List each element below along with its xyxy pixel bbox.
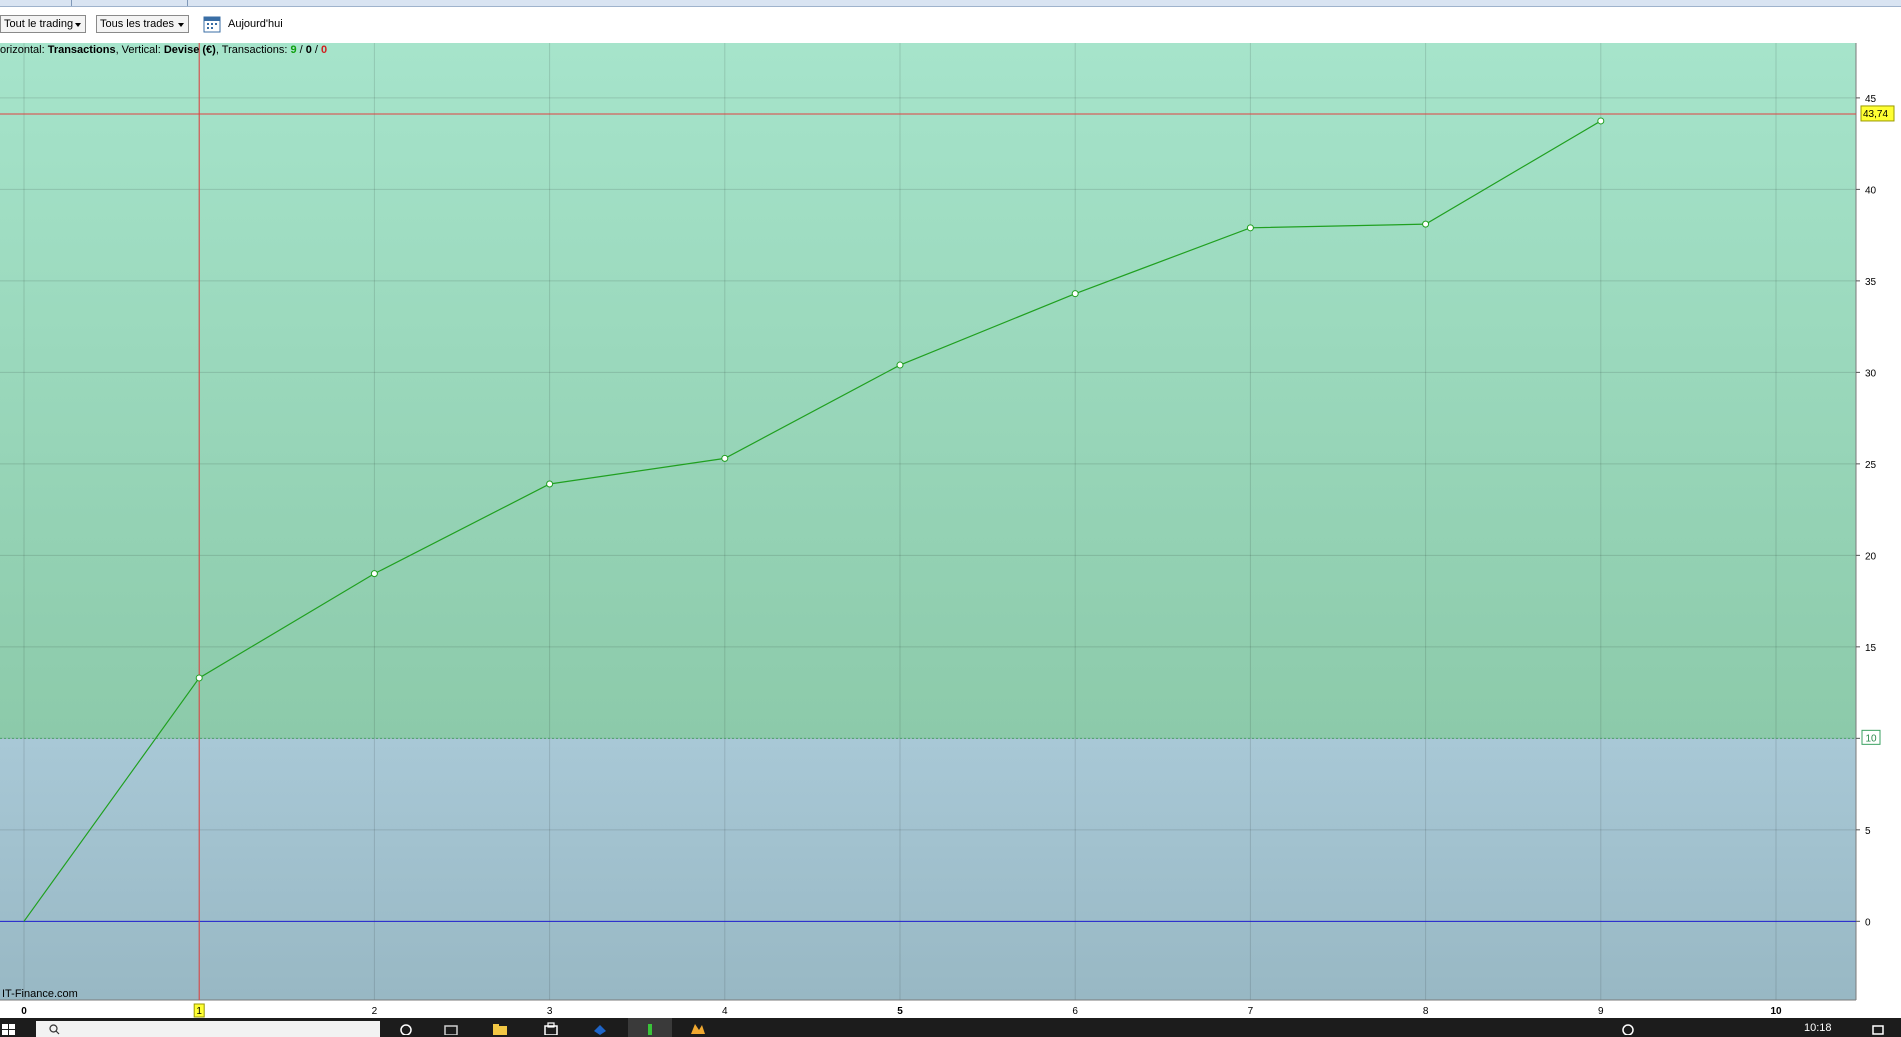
y-tick-label: 30	[1865, 368, 1877, 379]
horizontal-value: Transactions	[48, 44, 116, 56]
y-tick-label: 10	[1865, 733, 1877, 744]
equity-chart[interactable]: 05101520253035404543,74 0 1 2 3 4 5 6 7 8 9 10 ori…	[0, 0, 1901, 1018]
taskbar-clock[interactable]: 10:18	[1804, 1022, 1832, 1034]
y-tick-label: 5	[1865, 826, 1871, 837]
transactions-sep: /	[312, 44, 321, 56]
transactions-prefix: , Transactions:	[216, 44, 291, 56]
y-tick-label: 45	[1865, 94, 1877, 105]
taskbar-app-icon[interactable]	[690, 1022, 706, 1035]
data-point	[370, 570, 378, 578]
x-tick-label: 6	[1072, 1006, 1078, 1017]
store-icon[interactable]	[543, 1022, 559, 1035]
data-point	[896, 361, 904, 369]
horizontal-prefix: orizontal:	[0, 44, 48, 56]
x-tick-label: 3	[547, 1006, 553, 1017]
data-point	[546, 480, 554, 488]
x-axis: 0 1 2 3 4 5 6 7 8 9 10	[21, 1003, 1782, 1018]
watermark: IT-Finance.com	[2, 988, 78, 1000]
x-tick-label: 0	[21, 1006, 27, 1017]
base-zone	[0, 738, 1856, 1000]
vertical-prefix: , Vertical:	[116, 44, 164, 56]
x-tick-label: 8	[1423, 1006, 1429, 1017]
x-tick-label: 5	[897, 1006, 903, 1017]
y-tick-label: 0	[1865, 917, 1871, 928]
taskbar: 10:18	[0, 1018, 1901, 1037]
x-tick-label: 4	[722, 1006, 728, 1017]
x-tick-label: 10	[1770, 1006, 1782, 1017]
vertical-value: Devise (€)	[164, 44, 216, 56]
taskbar-app-icon[interactable]	[592, 1022, 608, 1035]
data-point	[1597, 117, 1605, 125]
x-tick-label: 7	[1248, 1006, 1254, 1017]
x-tick-label: 9	[1598, 1006, 1604, 1017]
notification-icon[interactable]	[1870, 1022, 1886, 1035]
transactions-sep: /	[297, 44, 306, 56]
taskbar-app-icon[interactable]	[443, 1022, 459, 1035]
y-tick-label: 40	[1865, 185, 1877, 196]
data-point	[1422, 220, 1430, 228]
taskbar-search-box[interactable]	[36, 1021, 380, 1037]
y-tick-label: 15	[1865, 643, 1877, 654]
x-tick-label: 2	[372, 1006, 378, 1017]
profit-zone	[0, 43, 1856, 739]
data-point	[1246, 224, 1254, 232]
search-icon	[49, 1024, 60, 1035]
y-tick-label: 20	[1865, 551, 1877, 562]
trading-app-icon	[648, 1024, 652, 1035]
data-point	[195, 674, 203, 682]
chart-info-line: orizontal: Transactions, Vertical: Devis…	[0, 44, 327, 56]
windows-start-icon[interactable]	[0, 1022, 16, 1035]
y-tick-label: 25	[1865, 460, 1877, 471]
data-point	[721, 454, 729, 462]
y-axis: 0 5 10 15 20 25 30 35 40 45 43,74	[1856, 94, 1895, 928]
transactions-last: 0	[321, 44, 327, 56]
folder-icon[interactable]	[492, 1022, 508, 1035]
task-view-icon[interactable]	[398, 1022, 414, 1035]
y-tick-label: 35	[1865, 277, 1877, 288]
active-app-highlight[interactable]	[628, 1018, 672, 1037]
people-icon[interactable]	[1620, 1022, 1636, 1035]
x-tick-label: 1	[196, 1006, 202, 1017]
data-point	[1071, 290, 1079, 298]
last-value-label: 43,74	[1863, 109, 1888, 120]
